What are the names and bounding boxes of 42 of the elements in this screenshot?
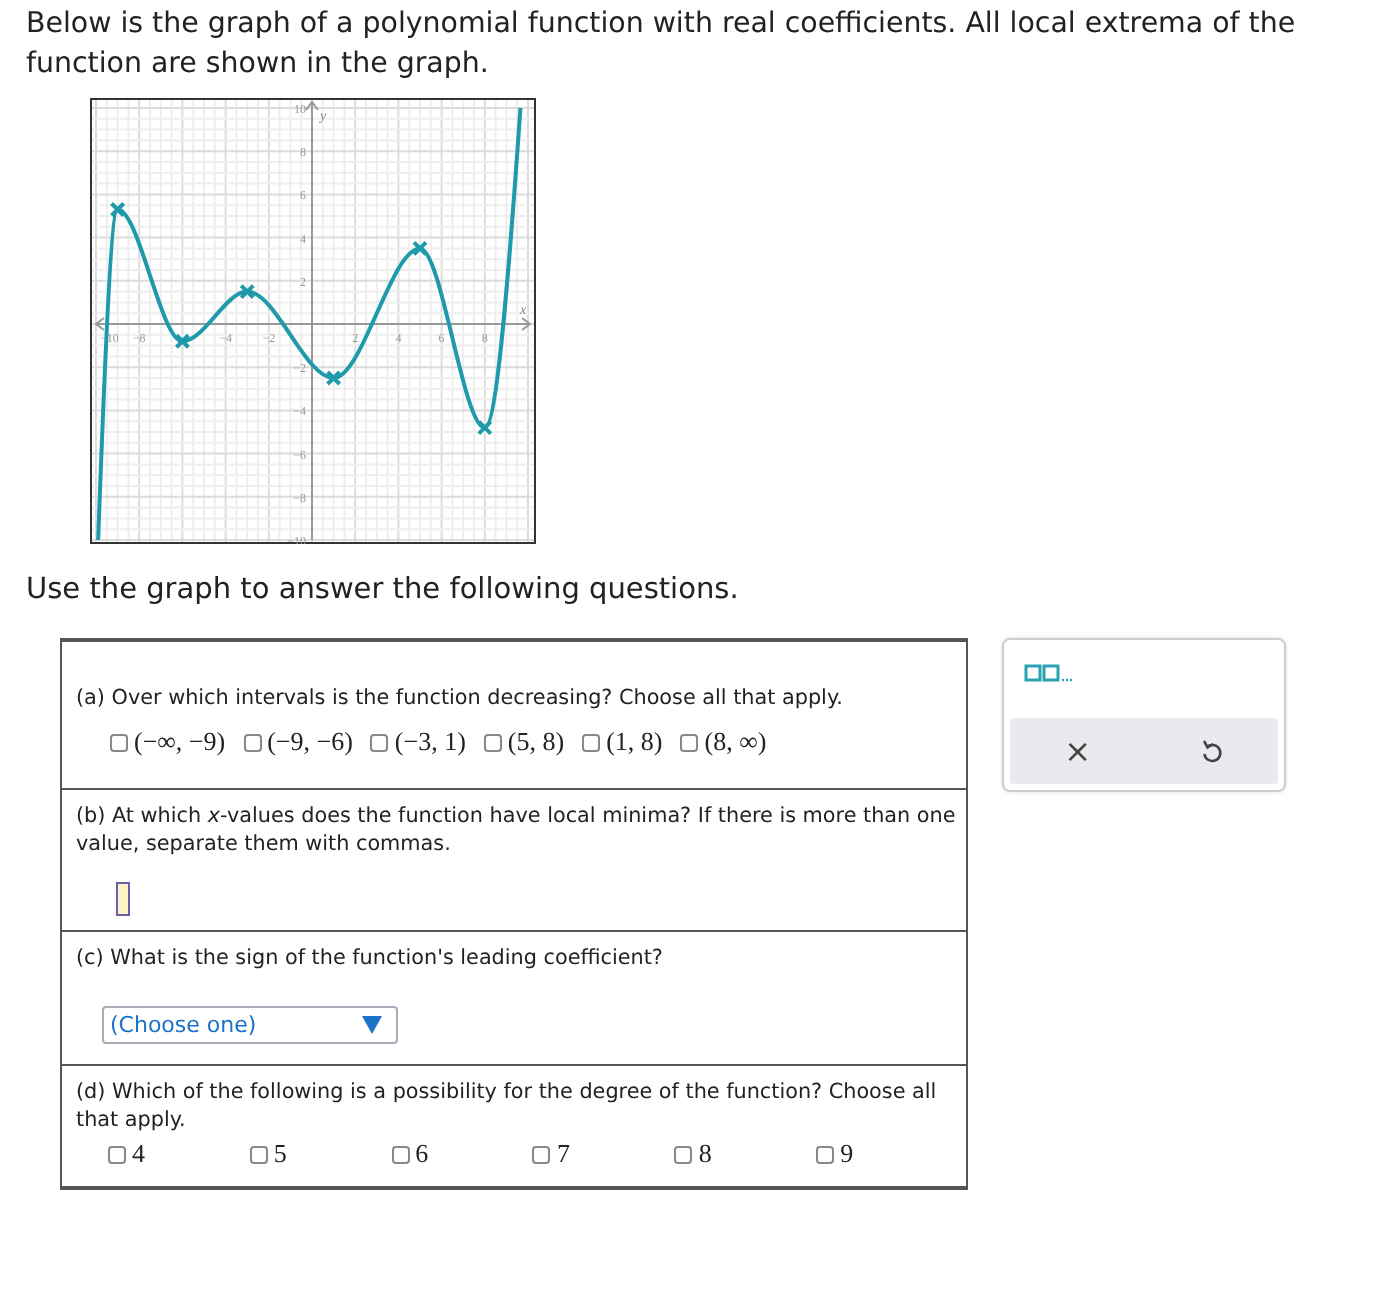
checkbox[interactable] bbox=[674, 1145, 693, 1163]
option-label[interactable]: 6 bbox=[415, 1138, 429, 1170]
extremum-marker bbox=[412, 240, 428, 257]
option-label[interactable]: 8 bbox=[698, 1138, 712, 1170]
checkbox[interactable] bbox=[816, 1145, 835, 1163]
option-label[interactable]: (1, 8) bbox=[606, 726, 663, 758]
checkbox[interactable] bbox=[680, 733, 699, 751]
question-text: (b) At which x-values does the function have local minima? If there is more than one value, separate them with commas. bbox=[76, 802, 958, 858]
clear-button[interactable]: × bbox=[1052, 732, 1104, 770]
option-label[interactable]: (−∞, −9) bbox=[134, 726, 226, 758]
option-label[interactable]: 7 bbox=[556, 1138, 570, 1170]
checkbox[interactable] bbox=[108, 1145, 126, 1163]
option-label[interactable]: (5, 8) bbox=[507, 726, 565, 758]
question-text: (a) Over which intervals is the function decreasing? Choose all that apply. bbox=[76, 684, 845, 712]
checkbox[interactable] bbox=[370, 733, 389, 751]
option-label[interactable]: 4 bbox=[132, 1138, 145, 1170]
option-label[interactable]: (8, ∞) bbox=[704, 726, 767, 758]
extremum-marker bbox=[174, 333, 191, 350]
question-text: (c) What is the sign of the function's leading coefficient? bbox=[76, 944, 665, 972]
extremum-marker bbox=[109, 201, 126, 218]
undo-icon bbox=[1199, 738, 1224, 764]
checkbox[interactable] bbox=[582, 733, 601, 751]
question-text: (d) Which of the following is a possibility for the degree of the function? Choose all that apply. bbox=[76, 1078, 939, 1134]
checkbox[interactable] bbox=[483, 733, 502, 751]
extremum-marker bbox=[239, 283, 256, 300]
template-icon[interactable] bbox=[1024, 664, 1076, 684]
choice-dropdown[interactable]: (Choose one) bbox=[102, 1006, 398, 1044]
prompt-text: Use the graph to answer the following questions. bbox=[26, 574, 741, 606]
option-label[interactable]: (−3, 1) bbox=[394, 726, 466, 758]
extremum-marker bbox=[325, 370, 342, 386]
checkbox[interactable] bbox=[249, 1145, 268, 1163]
caret-icon bbox=[362, 1016, 382, 1034]
instructions-text: Below is the graph of a polynomial function with real coefficients. All local extrema of the function are shown in the graph. bbox=[26, 6, 1298, 84]
checkbox[interactable] bbox=[110, 733, 128, 751]
answer-field[interactable] bbox=[116, 882, 130, 916]
extremum-marker bbox=[476, 419, 493, 436]
checkbox[interactable] bbox=[243, 733, 262, 751]
option-label[interactable]: 5 bbox=[273, 1138, 287, 1170]
checkbox[interactable] bbox=[532, 1145, 551, 1163]
checkbox[interactable] bbox=[391, 1145, 410, 1163]
option-label[interactable]: 9 bbox=[840, 1138, 854, 1170]
option-label[interactable]: (−9, −6) bbox=[267, 726, 353, 758]
